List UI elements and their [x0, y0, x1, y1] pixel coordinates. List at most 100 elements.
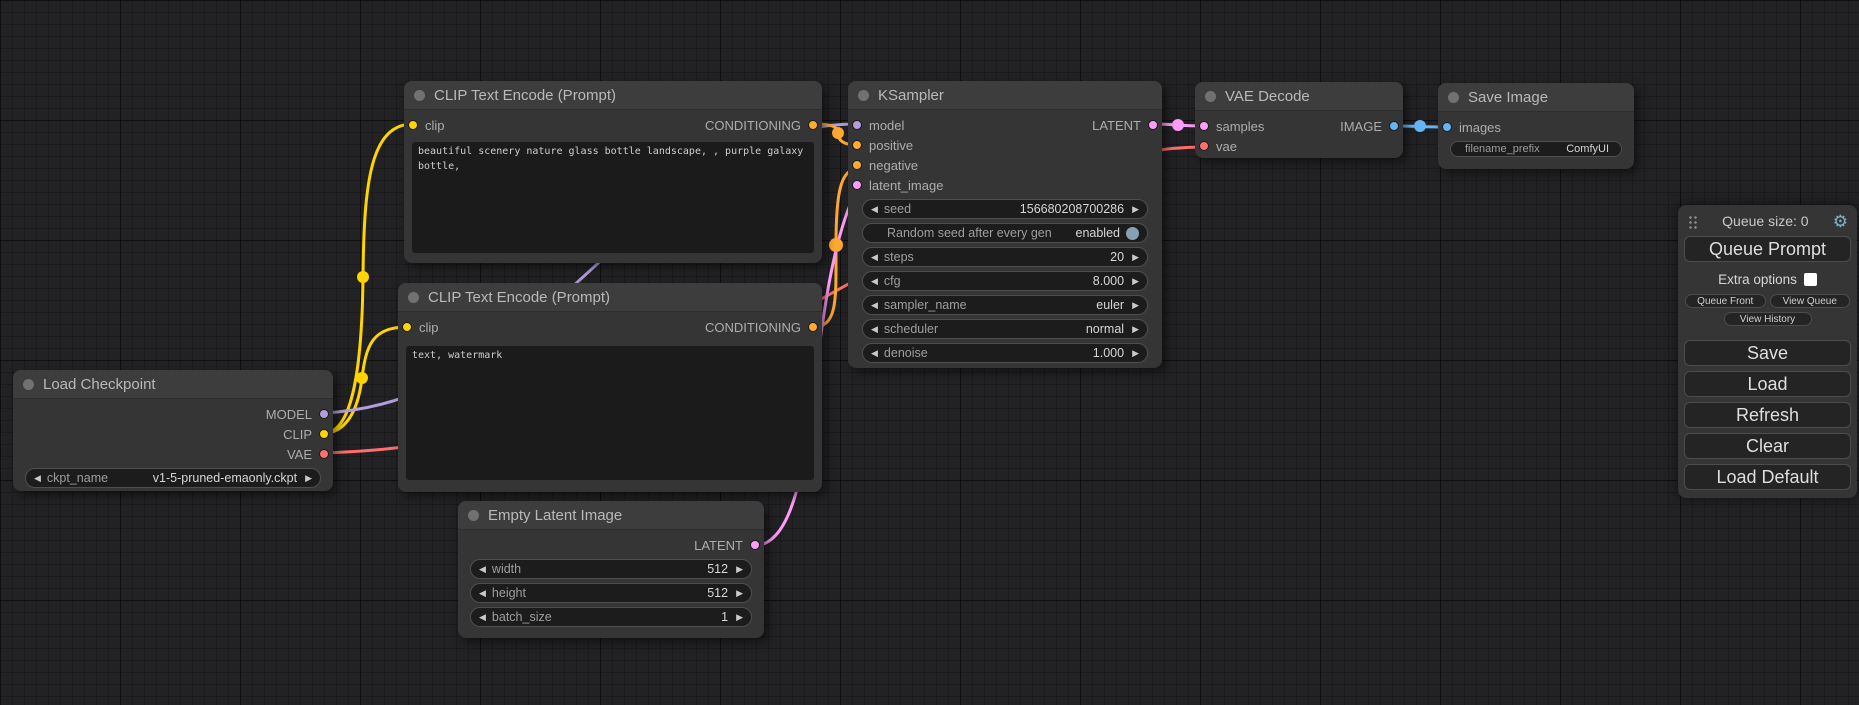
collapse-dot-icon[interactable]	[23, 379, 34, 390]
port-latent-output[interactable]	[1148, 120, 1158, 130]
next-arrow-icon[interactable]: ▶	[1132, 301, 1139, 310]
widget-label: scheduler	[884, 322, 938, 336]
node-title-bar[interactable]: CLIP Text Encode (Prompt)	[398, 283, 822, 312]
node-vae-decode[interactable]: VAE Decode samples IMAGE vae	[1195, 82, 1403, 158]
link-dot[interactable]	[829, 238, 843, 252]
decrement-arrow-icon[interactable]: ◀	[871, 253, 878, 262]
view-history-button[interactable]: View History	[1724, 312, 1812, 326]
port-latent-output[interactable]	[750, 540, 760, 550]
extra-options-checkbox[interactable]	[1804, 273, 1817, 286]
widget-label: denoise	[884, 346, 928, 360]
toggle-knob-icon[interactable]	[1126, 227, 1139, 240]
collapse-dot-icon[interactable]	[414, 90, 425, 101]
node-clip-text-encode-positive[interactable]: CLIP Text Encode (Prompt) clip CONDITION…	[404, 81, 822, 263]
increment-arrow-icon[interactable]: ▶	[1132, 349, 1139, 358]
height-widget[interactable]: ◀ height 512 ▶	[470, 583, 752, 603]
node-title-bar[interactable]: KSampler	[848, 81, 1162, 110]
prev-arrow-icon[interactable]: ◀	[34, 474, 41, 483]
decrement-arrow-icon[interactable]: ◀	[479, 613, 486, 622]
denoise-widget[interactable]: ◀ denoise 1.000 ▶	[862, 343, 1148, 363]
node-title-bar[interactable]: Empty Latent Image	[458, 501, 764, 530]
increment-arrow-icon[interactable]: ▶	[1132, 277, 1139, 286]
node-title-bar[interactable]: CLIP Text Encode (Prompt)	[404, 81, 822, 110]
collapse-dot-icon[interactable]	[1205, 91, 1216, 102]
widget-label: seed	[884, 202, 911, 216]
increment-arrow-icon[interactable]: ▶	[736, 613, 743, 622]
port-positive-input[interactable]	[852, 140, 862, 150]
port-negative-input[interactable]	[852, 160, 862, 170]
link-dot[interactable]	[832, 127, 844, 139]
next-arrow-icon[interactable]: ▶	[1132, 325, 1139, 334]
node-empty-latent-image[interactable]: Empty Latent Image LATENT ◀ width 512 ▶ …	[458, 501, 764, 638]
port-images-input[interactable]	[1442, 122, 1452, 132]
increment-arrow-icon[interactable]: ▶	[1132, 205, 1139, 214]
sampler-name-widget[interactable]: ◀ sampler_name euler ▶	[862, 295, 1148, 315]
decrement-arrow-icon[interactable]: ◀	[871, 349, 878, 358]
next-arrow-icon[interactable]: ▶	[305, 474, 312, 483]
decrement-arrow-icon[interactable]: ◀	[871, 205, 878, 214]
clear-button[interactable]: Clear	[1684, 433, 1851, 459]
port-image-output[interactable]	[1389, 121, 1399, 131]
port-clip-input[interactable]	[402, 322, 412, 332]
collapse-dot-icon[interactable]	[1448, 92, 1459, 103]
collapse-dot-icon[interactable]	[408, 292, 419, 303]
steps-widget[interactable]: ◀ steps 20 ▶	[862, 247, 1148, 267]
port-label-clip: clip	[419, 320, 439, 335]
width-widget[interactable]: ◀ width 512 ▶	[470, 559, 752, 579]
port-model-input[interactable]	[852, 120, 862, 130]
ckpt-name-widget[interactable]: ◀ ckpt_name v1-5-pruned-emaonly.ckpt ▶	[25, 468, 321, 488]
filename-prefix-widget[interactable]: filename_prefix ComfyUI	[1450, 141, 1622, 157]
port-samples-input[interactable]	[1199, 121, 1209, 131]
positive-prompt-textarea[interactable]: beautiful scenery nature glass bottle la…	[412, 142, 814, 253]
widget-value: v1-5-pruned-emaonly.ckpt	[153, 471, 297, 485]
random-seed-toggle-widget[interactable]: Random seed after every gen enabled	[862, 223, 1148, 243]
node-title-bar[interactable]: Save Image	[1438, 83, 1634, 112]
port-conditioning-output[interactable]	[808, 120, 818, 130]
scheduler-widget[interactable]: ◀ scheduler normal ▶	[862, 319, 1148, 339]
prev-arrow-icon[interactable]: ◀	[871, 301, 878, 310]
node-title-bar[interactable]: VAE Decode	[1195, 82, 1403, 111]
decrement-arrow-icon[interactable]: ◀	[871, 277, 878, 286]
link-dot[interactable]	[1172, 119, 1184, 131]
cfg-widget[interactable]: ◀ cfg 8.000 ▶	[862, 271, 1148, 291]
increment-arrow-icon[interactable]: ▶	[1132, 253, 1139, 262]
comfyui-menu-panel: Queue size: 0 ⚙ Queue Prompt Extra optio…	[1678, 205, 1857, 498]
save-button[interactable]: Save	[1684, 340, 1851, 366]
refresh-button[interactable]: Refresh	[1684, 402, 1851, 428]
queue-prompt-button[interactable]: Queue Prompt	[1684, 236, 1851, 262]
view-queue-button[interactable]: View Queue	[1770, 294, 1851, 308]
node-graph-canvas[interactable]: Load Checkpoint MODEL CLIP VAE ◀ ckpt_na…	[0, 0, 1859, 705]
collapse-dot-icon[interactable]	[468, 510, 479, 521]
port-vae-input[interactable]	[1199, 141, 1209, 151]
node-title: Save Image	[1468, 89, 1548, 106]
node-load-checkpoint[interactable]: Load Checkpoint MODEL CLIP VAE ◀ ckpt_na…	[13, 370, 333, 491]
widget-label: height	[492, 586, 526, 600]
link-dot[interactable]	[356, 372, 368, 384]
decrement-arrow-icon[interactable]: ◀	[479, 589, 486, 598]
port-model-output[interactable]	[319, 409, 329, 419]
link-dot[interactable]	[1414, 120, 1426, 132]
port-clip-output[interactable]	[319, 429, 329, 439]
load-default-button[interactable]: Load Default	[1684, 464, 1851, 490]
node-ksampler[interactable]: KSampler model LATENT positive negative …	[848, 81, 1162, 368]
port-clip-input[interactable]	[408, 120, 418, 130]
port-latent-image-input[interactable]	[852, 180, 862, 190]
decrement-arrow-icon[interactable]: ◀	[479, 565, 486, 574]
increment-arrow-icon[interactable]: ▶	[736, 565, 743, 574]
increment-arrow-icon[interactable]: ▶	[736, 589, 743, 598]
port-conditioning-output[interactable]	[808, 322, 818, 332]
negative-prompt-textarea[interactable]: text, watermark	[406, 346, 814, 480]
prev-arrow-icon[interactable]: ◀	[871, 325, 878, 334]
node-save-image[interactable]: Save Image images filename_prefix ComfyU…	[1438, 83, 1634, 169]
node-clip-text-encode-negative[interactable]: CLIP Text Encode (Prompt) clip CONDITION…	[398, 283, 822, 492]
queue-front-button[interactable]: Queue Front	[1685, 294, 1766, 308]
load-button[interactable]: Load	[1684, 371, 1851, 397]
drag-handle-icon[interactable]	[1687, 214, 1698, 229]
settings-gear-icon[interactable]: ⚙	[1833, 213, 1848, 230]
batch-size-widget[interactable]: ◀ batch_size 1 ▶	[470, 607, 752, 627]
port-vae-output[interactable]	[319, 449, 329, 459]
node-title-bar[interactable]: Load Checkpoint	[13, 370, 333, 399]
link-dot[interactable]	[357, 271, 369, 283]
collapse-dot-icon[interactable]	[858, 90, 869, 101]
seed-widget[interactable]: ◀ seed 156680208700286 ▶	[862, 199, 1148, 219]
